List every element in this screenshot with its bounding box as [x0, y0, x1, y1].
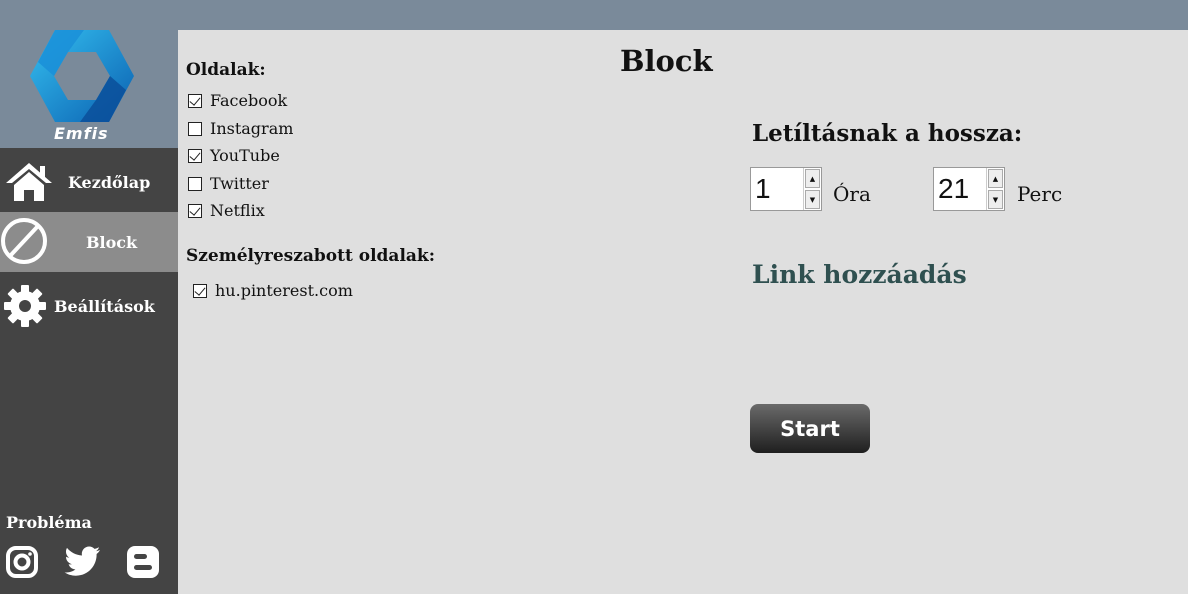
duration-title: Letíltásnak a hossza: — [752, 120, 1023, 147]
instagram-icon[interactable] — [5, 545, 39, 579]
sidebar-item-label: Block — [86, 232, 138, 252]
decrement-icon[interactable]: ▼ — [805, 190, 820, 209]
logo-icon — [30, 30, 134, 122]
site-checkbox-facebook[interactable]: Facebook — [188, 91, 287, 110]
add-link-button[interactable]: Link hozzáadás — [752, 260, 967, 289]
sidebar-item-kezdolap[interactable]: Kezdőlap — [0, 152, 178, 212]
page-title: Block — [620, 44, 713, 78]
decrement-icon[interactable]: ▼ — [988, 190, 1003, 209]
logo-area: Emfis — [0, 0, 178, 148]
minutes-unit: Perc — [1017, 182, 1063, 206]
block-icon — [1, 218, 47, 264]
start-button[interactable]: Start — [750, 404, 870, 453]
hours-value[interactable]: 1 — [751, 168, 803, 210]
checkbox-label: YouTube — [210, 146, 280, 165]
sidebar-item-label: Kezdőlap — [68, 172, 151, 192]
increment-icon[interactable]: ▲ — [988, 169, 1003, 188]
sidebar-item-block[interactable]: Block — [0, 212, 178, 272]
site-checkbox-youtube[interactable]: YouTube — [188, 146, 280, 165]
sidebar-item-label: Beállítások — [54, 296, 155, 316]
hours-stepper[interactable]: 1 ▲ ▼ — [750, 167, 822, 211]
hours-stepper-buttons: ▲ ▼ — [803, 168, 821, 210]
sidebar: Emfis Kezdőlap Block Beállítások Problém… — [0, 0, 178, 594]
checkbox[interactable] — [188, 176, 202, 191]
increment-icon[interactable]: ▲ — [805, 169, 820, 188]
blogger-icon[interactable] — [126, 545, 160, 579]
minutes-stepper[interactable]: 21 ▲ ▼ — [933, 167, 1005, 211]
main-content: Block Oldalak: Facebook Instagram YouTub… — [178, 30, 1188, 594]
home-icon — [6, 163, 52, 201]
checkbox[interactable] — [188, 148, 202, 163]
twitter-icon[interactable] — [64, 545, 102, 579]
checkbox-label: Twitter — [210, 174, 269, 193]
site-checkbox-instagram[interactable]: Instagram — [188, 119, 293, 138]
checkbox[interactable] — [188, 121, 202, 136]
checkbox-label: Facebook — [210, 91, 288, 110]
problem-link[interactable]: Probléma — [6, 513, 92, 532]
checkbox-label: Netflix — [210, 201, 265, 220]
checkbox[interactable] — [188, 203, 202, 218]
checkbox-label: hu.pinterest.com — [215, 281, 353, 300]
minutes-stepper-buttons: ▲ ▼ — [986, 168, 1004, 210]
custom-sites-title: Személyreszabott oldalak: — [186, 246, 435, 266]
custom-site-checkbox[interactable]: hu.pinterest.com — [193, 281, 353, 300]
brand-name: Emfis — [54, 124, 109, 143]
gear-icon — [4, 285, 46, 327]
sites-title: Oldalak: — [186, 60, 266, 80]
site-checkbox-twitter[interactable]: Twitter — [188, 174, 269, 193]
checkbox[interactable] — [188, 93, 202, 108]
top-bar — [0, 0, 1188, 30]
minutes-value[interactable]: 21 — [934, 168, 986, 210]
checkbox-label: Instagram — [210, 119, 294, 138]
sidebar-item-beallitasok[interactable]: Beállítások — [0, 276, 178, 336]
site-checkbox-netflix[interactable]: Netflix — [188, 201, 265, 220]
hours-unit: Óra — [833, 182, 871, 206]
checkbox[interactable] — [193, 283, 207, 298]
